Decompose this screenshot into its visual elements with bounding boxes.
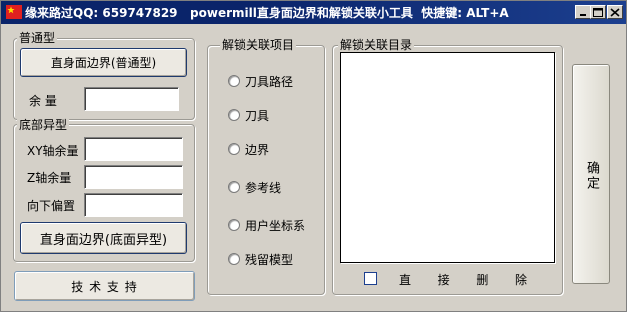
close-icon <box>610 8 620 17</box>
xy-allowance-input[interactable] <box>84 137 183 161</box>
allowance-input[interactable] <box>84 87 179 111</box>
radio-user-coordinate-system[interactable]: 用户坐标系 <box>228 217 305 233</box>
radio-stock-model[interactable]: 残留模型 <box>228 251 293 267</box>
title-bar[interactable]: 缘来路过QQ: 659747829 powermill直身面边界和解锁关联小工具… <box>1 1 626 24</box>
unlock-items-group-label: 解锁关联项目 <box>220 38 297 52</box>
direct-delete-checkbox[interactable] <box>364 272 377 285</box>
normal-type-group-label: 普通型 <box>17 31 58 45</box>
radio-toolpath[interactable]: 刀具路径 <box>228 73 293 89</box>
main-window: 缘来路过QQ: 659747829 powermill直身面边界和解锁关联小工具… <box>0 0 627 312</box>
tech-support-button[interactable]: 技 术 支 持 <box>14 271 195 301</box>
radio-circle[interactable] <box>228 75 240 87</box>
radio-circle[interactable] <box>228 181 240 193</box>
radio-circle[interactable] <box>228 109 240 121</box>
radio-circle[interactable] <box>228 143 240 155</box>
china-flag-icon <box>6 5 22 19</box>
confirm-button[interactable]: 确定 <box>572 64 610 284</box>
radio-circle[interactable] <box>228 219 240 231</box>
maximize-button[interactable] <box>590 5 606 19</box>
radio-circle[interactable] <box>228 253 240 265</box>
z-allowance-label: Z轴余量 <box>27 171 72 185</box>
allowance-label: 余 量 <box>29 94 57 108</box>
z-allowance-input[interactable] <box>84 165 183 189</box>
maximize-icon <box>593 8 603 17</box>
radio-reference-line[interactable]: 参考线 <box>228 179 281 195</box>
straight-boundary-bottom-button[interactable]: 直身面边界(底面异型) <box>20 222 187 254</box>
bottom-special-group-label: 底部异型 <box>17 118 70 132</box>
xy-allowance-label: XY轴余量 <box>27 144 79 158</box>
minimize-icon <box>580 14 586 16</box>
close-button[interactable] <box>607 5 623 19</box>
direct-delete-label[interactable]: 直 接 删 除 <box>399 271 527 288</box>
straight-boundary-normal-button[interactable]: 直身面边界(普通型) <box>20 48 187 77</box>
unlock-directory-group-label: 解锁关联目录 <box>338 38 415 52</box>
radio-tool[interactable]: 刀具 <box>228 107 269 123</box>
window-title: 缘来路过QQ: 659747829 powermill直身面边界和解锁关联小工具… <box>25 6 509 20</box>
radio-boundary[interactable]: 边界 <box>228 141 269 157</box>
downward-offset-label: 向下偏置 <box>27 199 76 213</box>
downward-offset-input[interactable] <box>84 193 183 217</box>
minimize-button[interactable] <box>575 5 591 19</box>
unlock-directory-list[interactable] <box>340 52 555 263</box>
